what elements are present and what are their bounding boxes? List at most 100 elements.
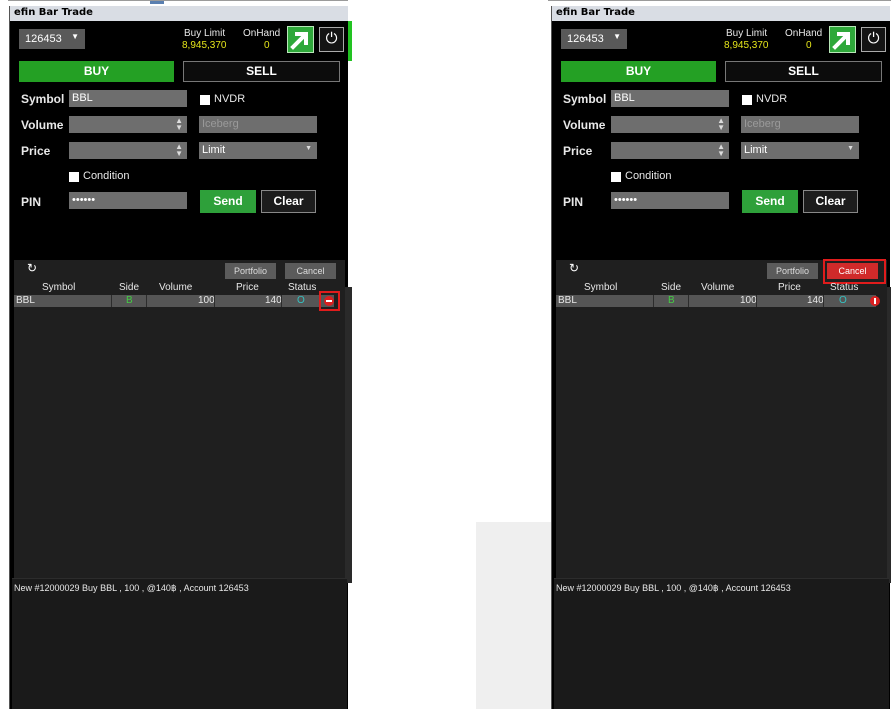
arrow-up-right-icon[interactable] bbox=[287, 26, 314, 53]
cell-symbol: BBL bbox=[16, 295, 35, 306]
col-price: Price bbox=[236, 282, 259, 293]
delete-order-icon[interactable] bbox=[870, 296, 880, 306]
status-edge bbox=[348, 21, 352, 61]
price-input[interactable]: ▲ ▼ bbox=[69, 142, 187, 159]
price-type-select[interactable]: Limit ▼ bbox=[741, 142, 859, 159]
grid-line bbox=[111, 295, 112, 307]
symbol-label: Symbol bbox=[21, 92, 65, 106]
pin-label: PIN bbox=[563, 195, 584, 209]
spinner-icon[interactable]: ▲ ▼ bbox=[175, 117, 183, 132]
cell-volume: 100 bbox=[198, 295, 215, 306]
grid-line bbox=[823, 295, 824, 307]
symbol-input[interactable]: BBL bbox=[69, 90, 187, 107]
account-select[interactable]: 126453 ▼ bbox=[561, 29, 627, 49]
send-button[interactable]: Send bbox=[200, 190, 256, 213]
onhand-label: OnHand bbox=[785, 28, 823, 39]
col-volume: Volume bbox=[701, 282, 735, 293]
account-value: 126453 bbox=[567, 33, 604, 45]
tab-sell[interactable]: SELL bbox=[183, 61, 340, 82]
message-area: New #12000029 Buy BBL , 100 , @140฿ , Ac… bbox=[12, 578, 347, 709]
price-input[interactable]: ▲ ▼ bbox=[611, 142, 729, 159]
price-label: Price bbox=[563, 144, 593, 158]
onhand-value: 0 bbox=[264, 40, 270, 51]
table-row[interactable]: BBL B 100 140 O bbox=[556, 295, 880, 307]
tab-buy[interactable]: BUY bbox=[561, 61, 716, 82]
spinner-icon[interactable]: ▲ ▼ bbox=[175, 143, 183, 158]
cell-price: 140 bbox=[807, 295, 824, 306]
condition-label: Condition bbox=[625, 170, 672, 182]
col-volume: Volume bbox=[159, 282, 193, 293]
refresh-icon[interactable]: ↻ bbox=[27, 261, 37, 275]
symbol-label: Symbol bbox=[563, 92, 607, 106]
col-status: Status bbox=[288, 282, 317, 293]
buy-limit-value: 8,945,370 bbox=[724, 40, 769, 51]
account-value: 126453 bbox=[25, 33, 62, 45]
col-status: Status bbox=[830, 282, 859, 293]
header: 126453 ▼ Buy Limit 8,945,370 OnHand 0 ⏻ bbox=[10, 21, 348, 61]
grid-line bbox=[688, 295, 689, 307]
col-symbol: Symbol bbox=[584, 282, 618, 293]
tab-buy[interactable]: BUY bbox=[19, 61, 174, 82]
chevron-down-icon: ▼ bbox=[847, 145, 854, 152]
price-type-value: Limit bbox=[202, 144, 226, 156]
col-side: Side bbox=[661, 282, 682, 293]
arrow-up-right-icon[interactable] bbox=[829, 26, 856, 53]
scrollbar[interactable] bbox=[345, 287, 352, 583]
taskbar-edge-left bbox=[8, 0, 348, 4]
side-tabs: BUY SELL bbox=[19, 61, 340, 82]
col-symbol: Symbol bbox=[42, 282, 76, 293]
volume-label: Volume bbox=[563, 118, 606, 132]
volume-label: Volume bbox=[21, 118, 64, 132]
pin-input[interactable]: •••••• bbox=[611, 192, 729, 209]
send-button[interactable]: Send bbox=[742, 190, 798, 213]
table-header: Symbol Side Volume Price Status bbox=[14, 282, 345, 294]
price-type-select[interactable]: Limit ▼ bbox=[199, 142, 317, 159]
refresh-icon[interactable]: ↻ bbox=[569, 261, 579, 275]
cell-volume: 100 bbox=[740, 295, 757, 306]
col-side: Side bbox=[119, 282, 140, 293]
buy-limit-label: Buy Limit bbox=[726, 28, 768, 39]
spinner-icon[interactable]: ▲ ▼ bbox=[717, 143, 725, 158]
onhand-label: OnHand bbox=[243, 28, 281, 39]
power-icon[interactable]: ⏻ bbox=[319, 27, 344, 52]
pin-input[interactable]: •••••• bbox=[69, 192, 187, 209]
symbol-input[interactable]: BBL bbox=[611, 90, 729, 107]
grid-line bbox=[281, 295, 282, 307]
nvdr-label: NVDR bbox=[214, 93, 246, 105]
order-list: ↻ Portfolio Cancel Symbol Side Volume Pr… bbox=[14, 260, 352, 583]
trade-panel-before: efin Bar Trade 126453 ▼ Buy Limit 8,945,3… bbox=[9, 6, 352, 709]
clear-button[interactable]: Clear bbox=[261, 190, 316, 213]
portfolio-button[interactable]: Portfolio bbox=[225, 263, 276, 279]
nvdr-checkbox[interactable] bbox=[200, 95, 210, 105]
condition-checkbox[interactable] bbox=[611, 172, 621, 182]
cell-side: B bbox=[126, 295, 133, 306]
side-tabs: BUY SELL bbox=[561, 61, 882, 82]
volume-input[interactable]: ▲ ▼ bbox=[611, 116, 729, 133]
header: 126453 ▼ Buy Limit 8,945,370 OnHand 0 ⏻ bbox=[552, 21, 890, 61]
table-row[interactable]: BBL B 100 140 O bbox=[14, 295, 334, 307]
iceberg-input[interactable]: Iceberg bbox=[199, 116, 317, 133]
clear-button[interactable]: Clear bbox=[803, 190, 858, 213]
nvdr-checkbox[interactable] bbox=[742, 95, 752, 105]
volume-input[interactable]: ▲ ▼ bbox=[69, 116, 187, 133]
portfolio-button[interactable]: Portfolio bbox=[767, 263, 818, 279]
chevron-down-icon: ▼ bbox=[613, 32, 621, 41]
tab-sell[interactable]: SELL bbox=[725, 61, 882, 82]
message-area: New #12000029 Buy BBL , 100 , @140฿ , Ac… bbox=[554, 578, 889, 709]
power-icon[interactable]: ⏻ bbox=[861, 27, 886, 52]
grid-line bbox=[653, 295, 654, 307]
spinner-icon[interactable]: ▲ ▼ bbox=[717, 117, 725, 132]
table-header: Symbol Side Volume Price Status bbox=[556, 282, 887, 294]
scrollbar[interactable] bbox=[887, 287, 891, 583]
cell-status: O bbox=[839, 295, 847, 306]
cancel-button[interactable]: Cancel bbox=[285, 263, 336, 279]
order-list: ↻ Portfolio Cancel Symbol Side Volume Pr… bbox=[556, 259, 891, 583]
window-title: efin Bar Trade bbox=[10, 6, 348, 21]
buy-limit-label: Buy Limit bbox=[184, 28, 226, 39]
pin-label: PIN bbox=[21, 195, 42, 209]
iceberg-input[interactable]: Iceberg bbox=[741, 116, 859, 133]
condition-checkbox[interactable] bbox=[69, 172, 79, 182]
cell-symbol: BBL bbox=[558, 295, 577, 306]
account-select[interactable]: 126453 ▼ bbox=[19, 29, 85, 49]
onhand-value: 0 bbox=[806, 40, 812, 51]
